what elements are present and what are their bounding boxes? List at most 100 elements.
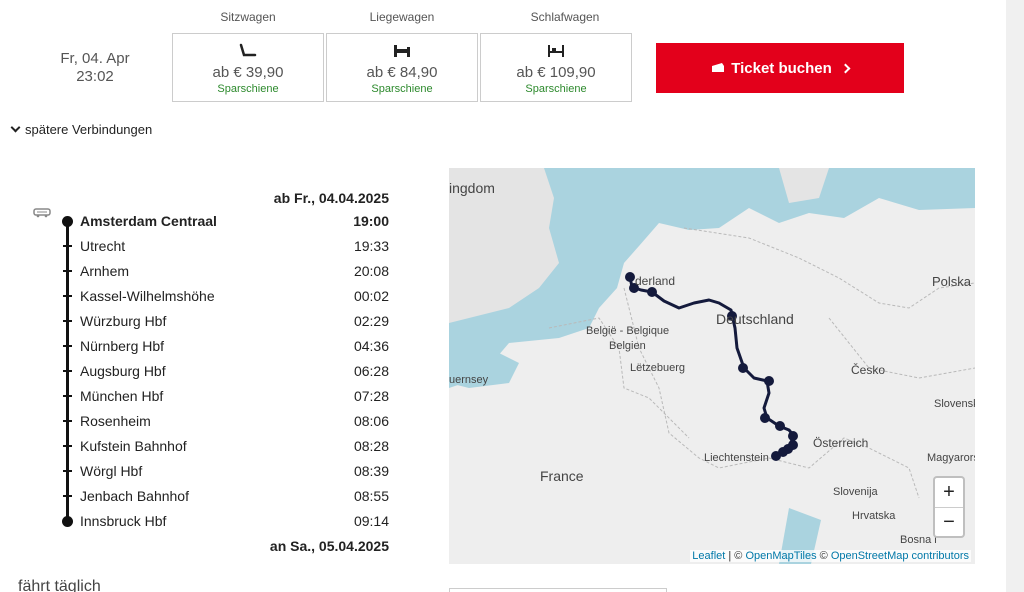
later-connections-toggle[interactable]: spätere Verbindungen bbox=[10, 122, 153, 137]
stop-time: 08:28 bbox=[353, 438, 389, 454]
map-label-polska: Polska bbox=[932, 274, 972, 289]
stop-time: 19:00 bbox=[353, 213, 389, 229]
zoom-out-button[interactable]: − bbox=[935, 507, 963, 536]
stop-tick bbox=[63, 470, 72, 472]
map-label-bosna: Bosna i bbox=[900, 534, 937, 546]
stop-row: Kufstein Bahnhof 08:28 bbox=[0, 433, 400, 458]
later-connections-label: spätere Verbindungen bbox=[25, 122, 153, 137]
openmaptiles-link[interactable]: OpenMapTiles bbox=[745, 550, 816, 562]
stop-time: 00:02 bbox=[353, 288, 389, 304]
stop-tick bbox=[63, 370, 72, 372]
stop-name: Jenbach Bahnhof bbox=[80, 488, 189, 504]
map-label-kingdom: ingdom bbox=[449, 180, 495, 196]
ticket-icon bbox=[712, 63, 725, 72]
book-ticket-label: Ticket buchen bbox=[731, 59, 832, 77]
fare-tag-seat: Sparschiene bbox=[217, 83, 279, 95]
stop-row: Würzburg Hbf 02:29 bbox=[0, 308, 400, 333]
chevron-right-icon bbox=[840, 63, 851, 73]
price-couchette: ab € 84,90 bbox=[366, 64, 438, 81]
price-seat: ab € 39,90 bbox=[212, 64, 284, 81]
map-stop-nuernberg bbox=[764, 376, 774, 386]
map-canvas bbox=[449, 168, 975, 564]
stop-name: Utrecht bbox=[80, 238, 126, 254]
map-label-nederland: derland bbox=[635, 274, 676, 288]
frequency-text: fährt täglich bbox=[18, 578, 101, 592]
class-labels: Sitzwagen Liegewagen Schlafwagen bbox=[0, 10, 1000, 32]
price-option-seat[interactable]: ab € 39,90 Sparschiene bbox=[172, 33, 324, 102]
seat-icon bbox=[173, 42, 323, 60]
map-label-france: France bbox=[540, 468, 584, 484]
map-label-slovenija: Slovenija bbox=[833, 486, 878, 498]
stop-row: Innsbruck Hbf 09:14 bbox=[0, 508, 400, 533]
stop-name: Amsterdam Centraal bbox=[80, 213, 217, 229]
book-ticket-button[interactable]: Ticket buchen bbox=[656, 43, 904, 93]
stop-time: 08:06 bbox=[353, 413, 389, 429]
stop-tick bbox=[63, 295, 72, 297]
stop-name: Kufstein Bahnhof bbox=[80, 438, 187, 454]
map-stop-augsburg bbox=[760, 413, 770, 423]
map-label-osterreich: Österreich bbox=[813, 436, 869, 450]
stop-dot bbox=[62, 516, 73, 527]
class-label-seat: Sitzwagen bbox=[220, 10, 276, 24]
stop-time: 08:55 bbox=[353, 488, 389, 504]
leaflet-link[interactable]: Leaflet bbox=[692, 550, 725, 562]
map-label-deutschland: Deutschland bbox=[716, 311, 794, 327]
price-option-couchette[interactable]: ab € 84,90 Sparschiene bbox=[326, 33, 478, 102]
stop-name: Rosenheim bbox=[80, 413, 151, 429]
map-stop-rosenheim bbox=[788, 431, 798, 441]
stop-row: Amsterdam Centraal 19:00 bbox=[0, 208, 400, 233]
route-map[interactable]: ingdom derland Deutschland België - Belg… bbox=[449, 168, 975, 564]
departure-datetime: Fr, 04. Apr 23:02 bbox=[40, 50, 150, 86]
departure-date: Fr, 04. Apr bbox=[60, 50, 130, 67]
class-label-couchette: Liegewagen bbox=[369, 10, 435, 24]
zoom-in-button[interactable]: + bbox=[935, 478, 963, 507]
map-label-letzebuerg: Lëtzebuerg bbox=[630, 362, 686, 374]
chevron-down-icon bbox=[10, 122, 21, 133]
zoom-control: + − bbox=[933, 476, 965, 538]
stop-tick bbox=[63, 445, 72, 447]
stop-name: Wörgl Hbf bbox=[80, 463, 143, 479]
stop-time: 20:08 bbox=[353, 263, 389, 279]
stop-row: Kassel-Wilhelmshöhe 00:02 bbox=[0, 283, 400, 308]
stop-time: 06:28 bbox=[353, 363, 389, 379]
price-option-sleeper[interactable]: ab € 109,90 Sparschiene bbox=[480, 33, 632, 102]
stop-name: Kassel-Wilhelmshöhe bbox=[80, 288, 215, 304]
stop-row: Utrecht 19:33 bbox=[0, 233, 400, 258]
couchette-icon bbox=[327, 42, 477, 60]
stop-time: 19:33 bbox=[353, 238, 389, 254]
map-label-cesko: Česko bbox=[851, 363, 886, 377]
map-stop-muenchen bbox=[775, 421, 785, 431]
stop-name: Nürnberg Hbf bbox=[80, 338, 165, 354]
stop-row: Augsburg Hbf 06:28 bbox=[0, 358, 400, 383]
stop-name: Innsbruck Hbf bbox=[80, 513, 167, 529]
map-label-hrvatska: Hrvatska bbox=[852, 510, 896, 522]
stop-tick bbox=[63, 495, 72, 497]
map-stop-amsterdam bbox=[625, 272, 635, 282]
stop-tick bbox=[63, 420, 72, 422]
stop-row: München Hbf 07:28 bbox=[0, 383, 400, 408]
stop-time: 02:29 bbox=[353, 313, 389, 329]
fare-tag-couchette: Sparschiene bbox=[371, 83, 433, 95]
openstreetmap-link[interactable]: OpenStreetMap contributors bbox=[831, 550, 969, 562]
stop-row: Nürnberg Hbf 04:36 bbox=[0, 333, 400, 358]
stop-tick bbox=[63, 345, 72, 347]
stop-time: 04:36 bbox=[353, 338, 389, 354]
map-stop-innsbruck bbox=[771, 451, 781, 461]
map-label-belgie: België - Belgique bbox=[586, 325, 670, 337]
departure-header: ab Fr., 04.04.2025 bbox=[273, 190, 389, 206]
map-stop-arnhem bbox=[647, 287, 657, 297]
stop-tick bbox=[63, 395, 72, 397]
stop-name: München Hbf bbox=[80, 388, 164, 404]
stop-row: Jenbach Bahnhof 08:55 bbox=[0, 483, 400, 508]
stop-name: Augsburg Hbf bbox=[80, 363, 166, 379]
class-label-sleeper: Schlafwagen bbox=[530, 10, 600, 24]
stop-name: Arnhem bbox=[80, 263, 130, 279]
scrollbar-track[interactable] bbox=[1006, 0, 1024, 592]
stop-row: Wörgl Hbf 08:39 bbox=[0, 458, 400, 483]
arrival-header: an Sa., 05.04.2025 bbox=[269, 538, 389, 554]
map-label-guernsey: uernsey bbox=[449, 374, 489, 386]
stop-dot bbox=[62, 216, 73, 227]
stop-tick bbox=[63, 320, 72, 322]
stop-row: Arnhem 20:08 bbox=[0, 258, 400, 283]
map-label-magyarorszag: Magyarors bbox=[927, 452, 975, 464]
